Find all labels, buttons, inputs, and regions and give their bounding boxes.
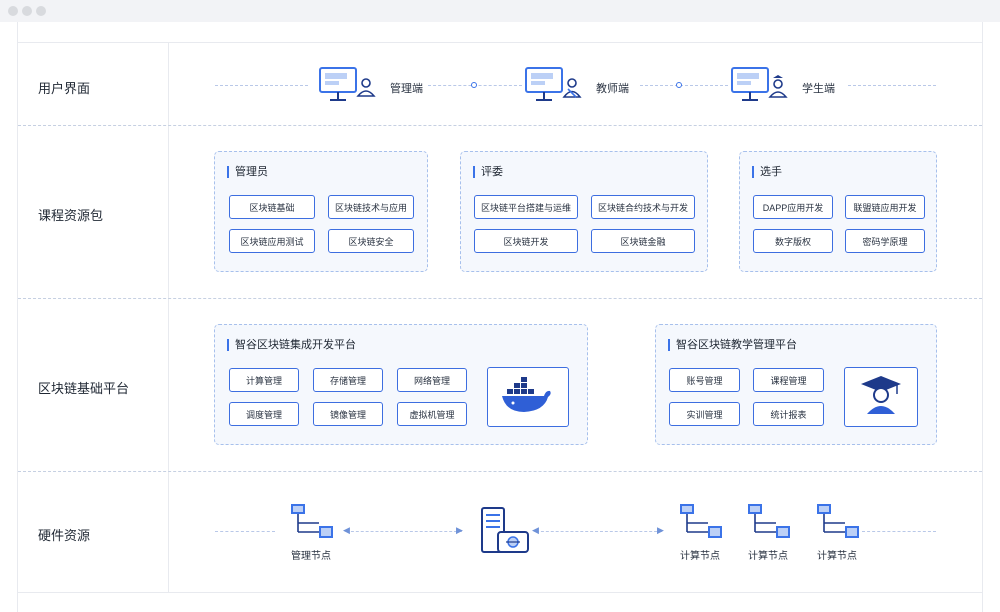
course-chip[interactable]: 区块链安全 (328, 229, 414, 253)
platform-panel-teaching: 智谷区块链教学管理平台 账号管理 课程管理 实训管理 统计报表 (655, 324, 937, 445)
client-label: 管理端 (390, 83, 423, 95)
platform-chip[interactable]: 镜像管理 (313, 402, 383, 426)
client-student[interactable]: 学生端 (730, 66, 840, 104)
platform-chip[interactable]: 统计报表 (753, 402, 824, 426)
row-label-course-resources: 课程资源包 (38, 208, 104, 223)
course-chip[interactable]: 数字版权 (753, 229, 833, 253)
platform-chip[interactable]: 课程管理 (753, 368, 824, 392)
platform-chip[interactable]: 计算管理 (229, 368, 299, 392)
row-separator (18, 471, 982, 472)
client-admin[interactable]: 管理端 (318, 66, 428, 104)
network-node-icon (678, 502, 724, 547)
client-label: 教师端 (596, 83, 629, 95)
docker-logo-box (487, 367, 569, 427)
connector-node (676, 82, 682, 88)
arrow-left-icon: ◀ (343, 525, 350, 535)
compute-node-label: 计算节点 (680, 551, 720, 562)
client-connector-line (215, 85, 308, 86)
course-chip[interactable]: 区块链平台搭建与运维 (474, 195, 578, 219)
platform-chip[interactable]: 网络管理 (397, 368, 467, 392)
window-close-dot[interactable] (8, 6, 18, 16)
course-chip[interactable]: 联盟链应用开发 (845, 195, 925, 219)
window-minimize-dot[interactable] (22, 6, 32, 16)
platform-chip[interactable]: 调度管理 (229, 402, 299, 426)
course-chip[interactable]: 区块链金融 (591, 229, 695, 253)
client-label: 学生端 (802, 83, 835, 95)
network-node-icon (289, 502, 335, 547)
hardware-connector-line (215, 531, 275, 532)
course-chip[interactable]: 区块链技术与应用 (328, 195, 414, 219)
network-node-icon (746, 502, 792, 547)
client-connector-line (640, 85, 728, 86)
compute-node-label: 计算节点 (748, 551, 788, 562)
panel-title: 智谷区块链集成开发平台 (227, 339, 356, 351)
course-chip[interactable]: 区块链应用测试 (229, 229, 315, 253)
row-separator (18, 298, 982, 299)
panel-title: 管理员 (227, 166, 268, 178)
course-chip[interactable]: 区块链基础 (229, 195, 315, 219)
arrow-left-icon: ◀ (532, 525, 539, 535)
course-panel-player: 选手 DAPP应用开发 联盟链应用开发 数字版权 密码学原理 (739, 151, 937, 272)
server-icon (480, 506, 530, 561)
connector-node (471, 82, 477, 88)
client-connector-line (848, 85, 936, 86)
course-panel-admin: 管理员 区块链基础 区块链技术与应用 区块链应用测试 区块链安全 (214, 151, 428, 272)
compute-node-label: 计算节点 (817, 551, 857, 562)
course-chip[interactable]: 区块链开发 (474, 229, 578, 253)
arrow-right-icon: ▶ (657, 525, 664, 535)
frame-top-border (17, 42, 983, 43)
row-label-user-interface: 用户界面 (38, 81, 91, 96)
hardware-connector-line (862, 531, 936, 532)
panel-title: 选手 (752, 166, 782, 178)
row-label-blockchain-platform: 区块链基础平台 (38, 381, 130, 396)
frame-bottom-border (17, 592, 983, 593)
monitor-teacher-icon (524, 66, 582, 111)
graduate-logo-box (844, 367, 918, 427)
arrow-right-icon: ▶ (456, 525, 463, 535)
row-separator (18, 125, 982, 126)
frame-right-border (982, 22, 983, 612)
platform-chip[interactable]: 账号管理 (669, 368, 740, 392)
client-teacher[interactable]: 教师端 (524, 66, 634, 104)
management-node-label: 管理节点 (291, 551, 331, 562)
window-maximize-dot[interactable] (36, 6, 46, 16)
platform-chip[interactable]: 存储管理 (313, 368, 383, 392)
row-label-hardware: 硬件资源 (38, 528, 91, 543)
panel-title: 智谷区块链教学管理平台 (668, 339, 797, 351)
network-node-icon (815, 502, 861, 547)
course-chip[interactable]: 区块链合约技术与开发 (591, 195, 695, 219)
platform-panel-dev: 智谷区块链集成开发平台 计算管理 存储管理 网络管理 调度管理 镜像管理 虚拟机… (214, 324, 588, 445)
monitor-student-icon (730, 66, 788, 111)
docker-whale-icon (500, 375, 556, 420)
course-chip[interactable]: 密码学原理 (845, 229, 925, 253)
panel-title: 评委 (473, 166, 503, 178)
platform-chip[interactable]: 虚拟机管理 (397, 402, 467, 426)
platform-chip[interactable]: 实训管理 (669, 402, 740, 426)
course-panel-judge: 评委 区块链平台搭建与运维 区块链合约技术与开发 区块链开发 区块链金融 (460, 151, 708, 272)
hardware-connector-line (346, 531, 462, 532)
course-chip[interactable]: DAPP应用开发 (753, 195, 833, 219)
frame-left-border (17, 22, 18, 612)
window-titlebar (0, 0, 1000, 22)
hardware-connector-line (536, 531, 662, 532)
graduate-icon (859, 374, 903, 421)
monitor-user-icon (318, 66, 376, 111)
